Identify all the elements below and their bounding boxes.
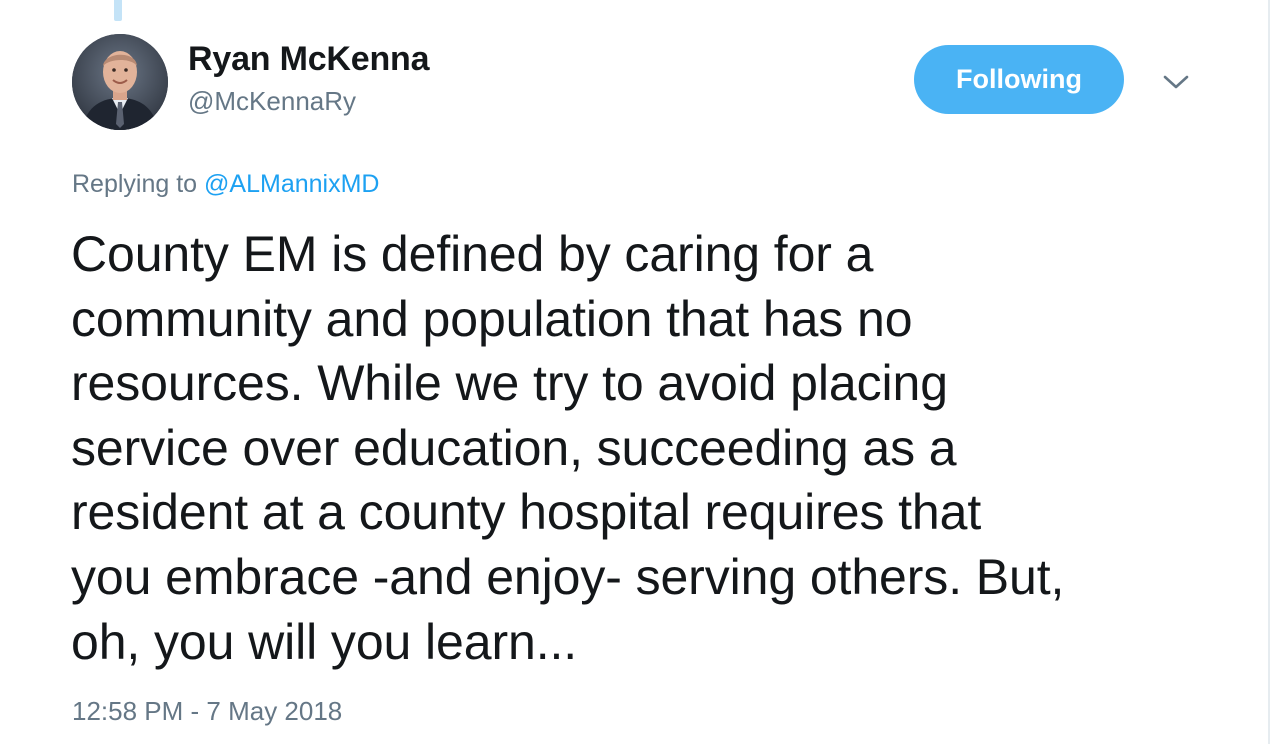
author-display-name[interactable]: Ryan McKenna bbox=[188, 40, 430, 79]
tweet-text-line: resources. While we try to avoid placing bbox=[71, 355, 948, 412]
tweet-text-line: community and population that has no bbox=[71, 290, 913, 347]
tweet-text-line: resident at a county hospital requires t… bbox=[71, 484, 982, 541]
tweet-text-line: oh, you will you learn... bbox=[71, 613, 578, 670]
reply-mention-link[interactable]: @ALMannixMD bbox=[204, 170, 379, 198]
reply-context: Replying to @ALMannixMD bbox=[72, 170, 379, 199]
tweet-text-line: you embrace -and enjoy- serving others. … bbox=[71, 548, 1065, 605]
avatar[interactable] bbox=[72, 34, 168, 130]
tweet-timestamp[interactable]: 12:58 PM - 7 May 2018 bbox=[72, 696, 342, 727]
chevron-down-icon bbox=[1163, 75, 1189, 89]
tweet-text-line: County EM is defined by caring for a bbox=[71, 226, 874, 282]
author-screen-name[interactable]: @McKennaRy bbox=[188, 86, 356, 117]
reply-prefix: Replying to bbox=[72, 170, 198, 198]
tweet-text-line: service over education, succeeding as a bbox=[71, 419, 957, 476]
adjacent-panel-edge bbox=[1268, 0, 1280, 744]
tweet-text: County EM is defined by caring for a com… bbox=[71, 222, 1221, 674]
following-button[interactable]: Following bbox=[914, 45, 1124, 114]
tweet-menu-caret[interactable] bbox=[1158, 64, 1194, 100]
thread-connector-line bbox=[114, 0, 122, 21]
profile-photo-icon bbox=[72, 34, 168, 130]
